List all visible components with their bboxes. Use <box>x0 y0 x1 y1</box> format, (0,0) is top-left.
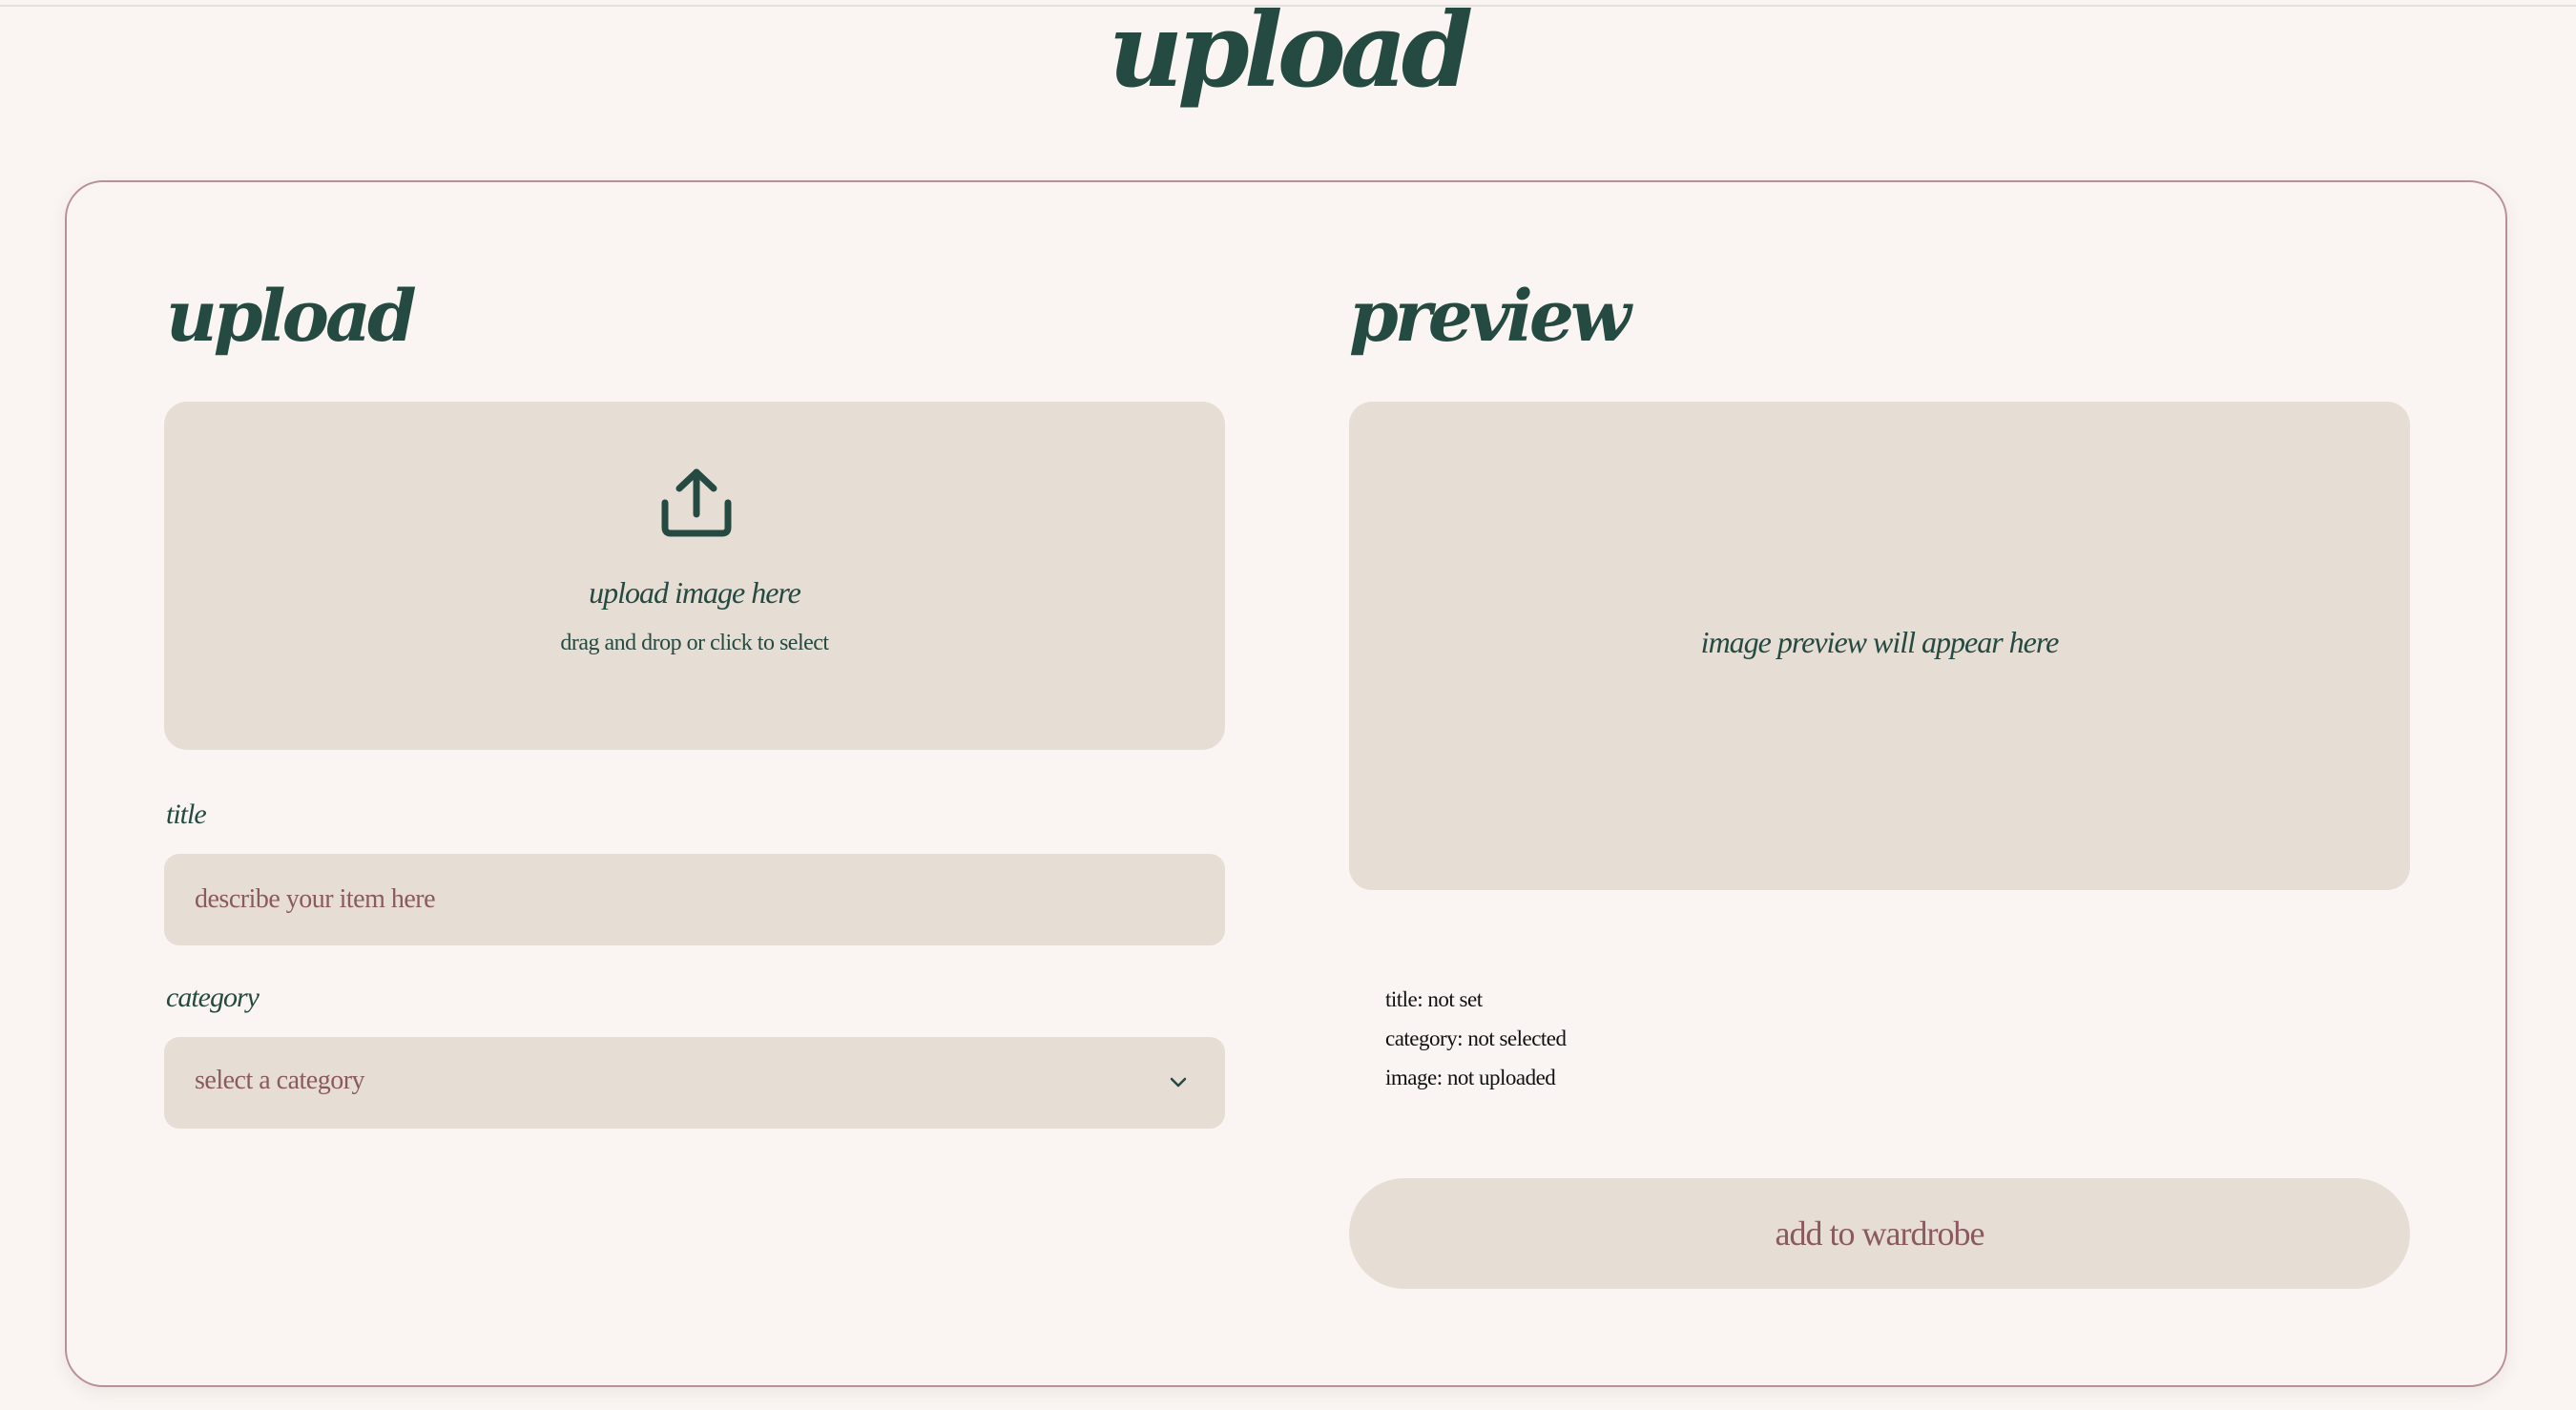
image-preview-area: image preview will appear here <box>1349 402 2410 890</box>
category-select-value: select a category <box>195 1066 365 1095</box>
summary-category-line: category: not selected <box>1385 1026 1567 1050</box>
chevron-down-icon <box>1170 1077 1187 1088</box>
upload-card: upload upload image here drag and drop o… <box>65 180 2507 1387</box>
dropzone-hint: drag and drop or click to select <box>560 631 829 655</box>
add-to-wardrobe-button[interactable]: add to wardrobe <box>1349 1178 2410 1289</box>
category-field-label: category <box>166 982 260 1013</box>
upload-icon <box>661 468 732 537</box>
summary-image-line: image: not uploaded <box>1385 1066 1556 1089</box>
image-dropzone[interactable]: upload image here drag and drop or click… <box>164 402 1225 750</box>
upload-section-title: upload <box>166 276 417 358</box>
dropzone-title: upload image here <box>589 575 801 610</box>
preview-placeholder-text: image preview will appear here <box>1700 625 2060 659</box>
summary-title-line: title: not set <box>1385 987 1483 1011</box>
page-title: upload <box>1108 0 1474 111</box>
title-input[interactable] <box>164 854 1225 945</box>
category-select[interactable]: select a category <box>164 1037 1225 1129</box>
title-field-label: title <box>166 798 207 830</box>
item-summary: title: not set category: not selected im… <box>1385 980 1567 1097</box>
preview-section-title: preview <box>1349 276 1631 358</box>
